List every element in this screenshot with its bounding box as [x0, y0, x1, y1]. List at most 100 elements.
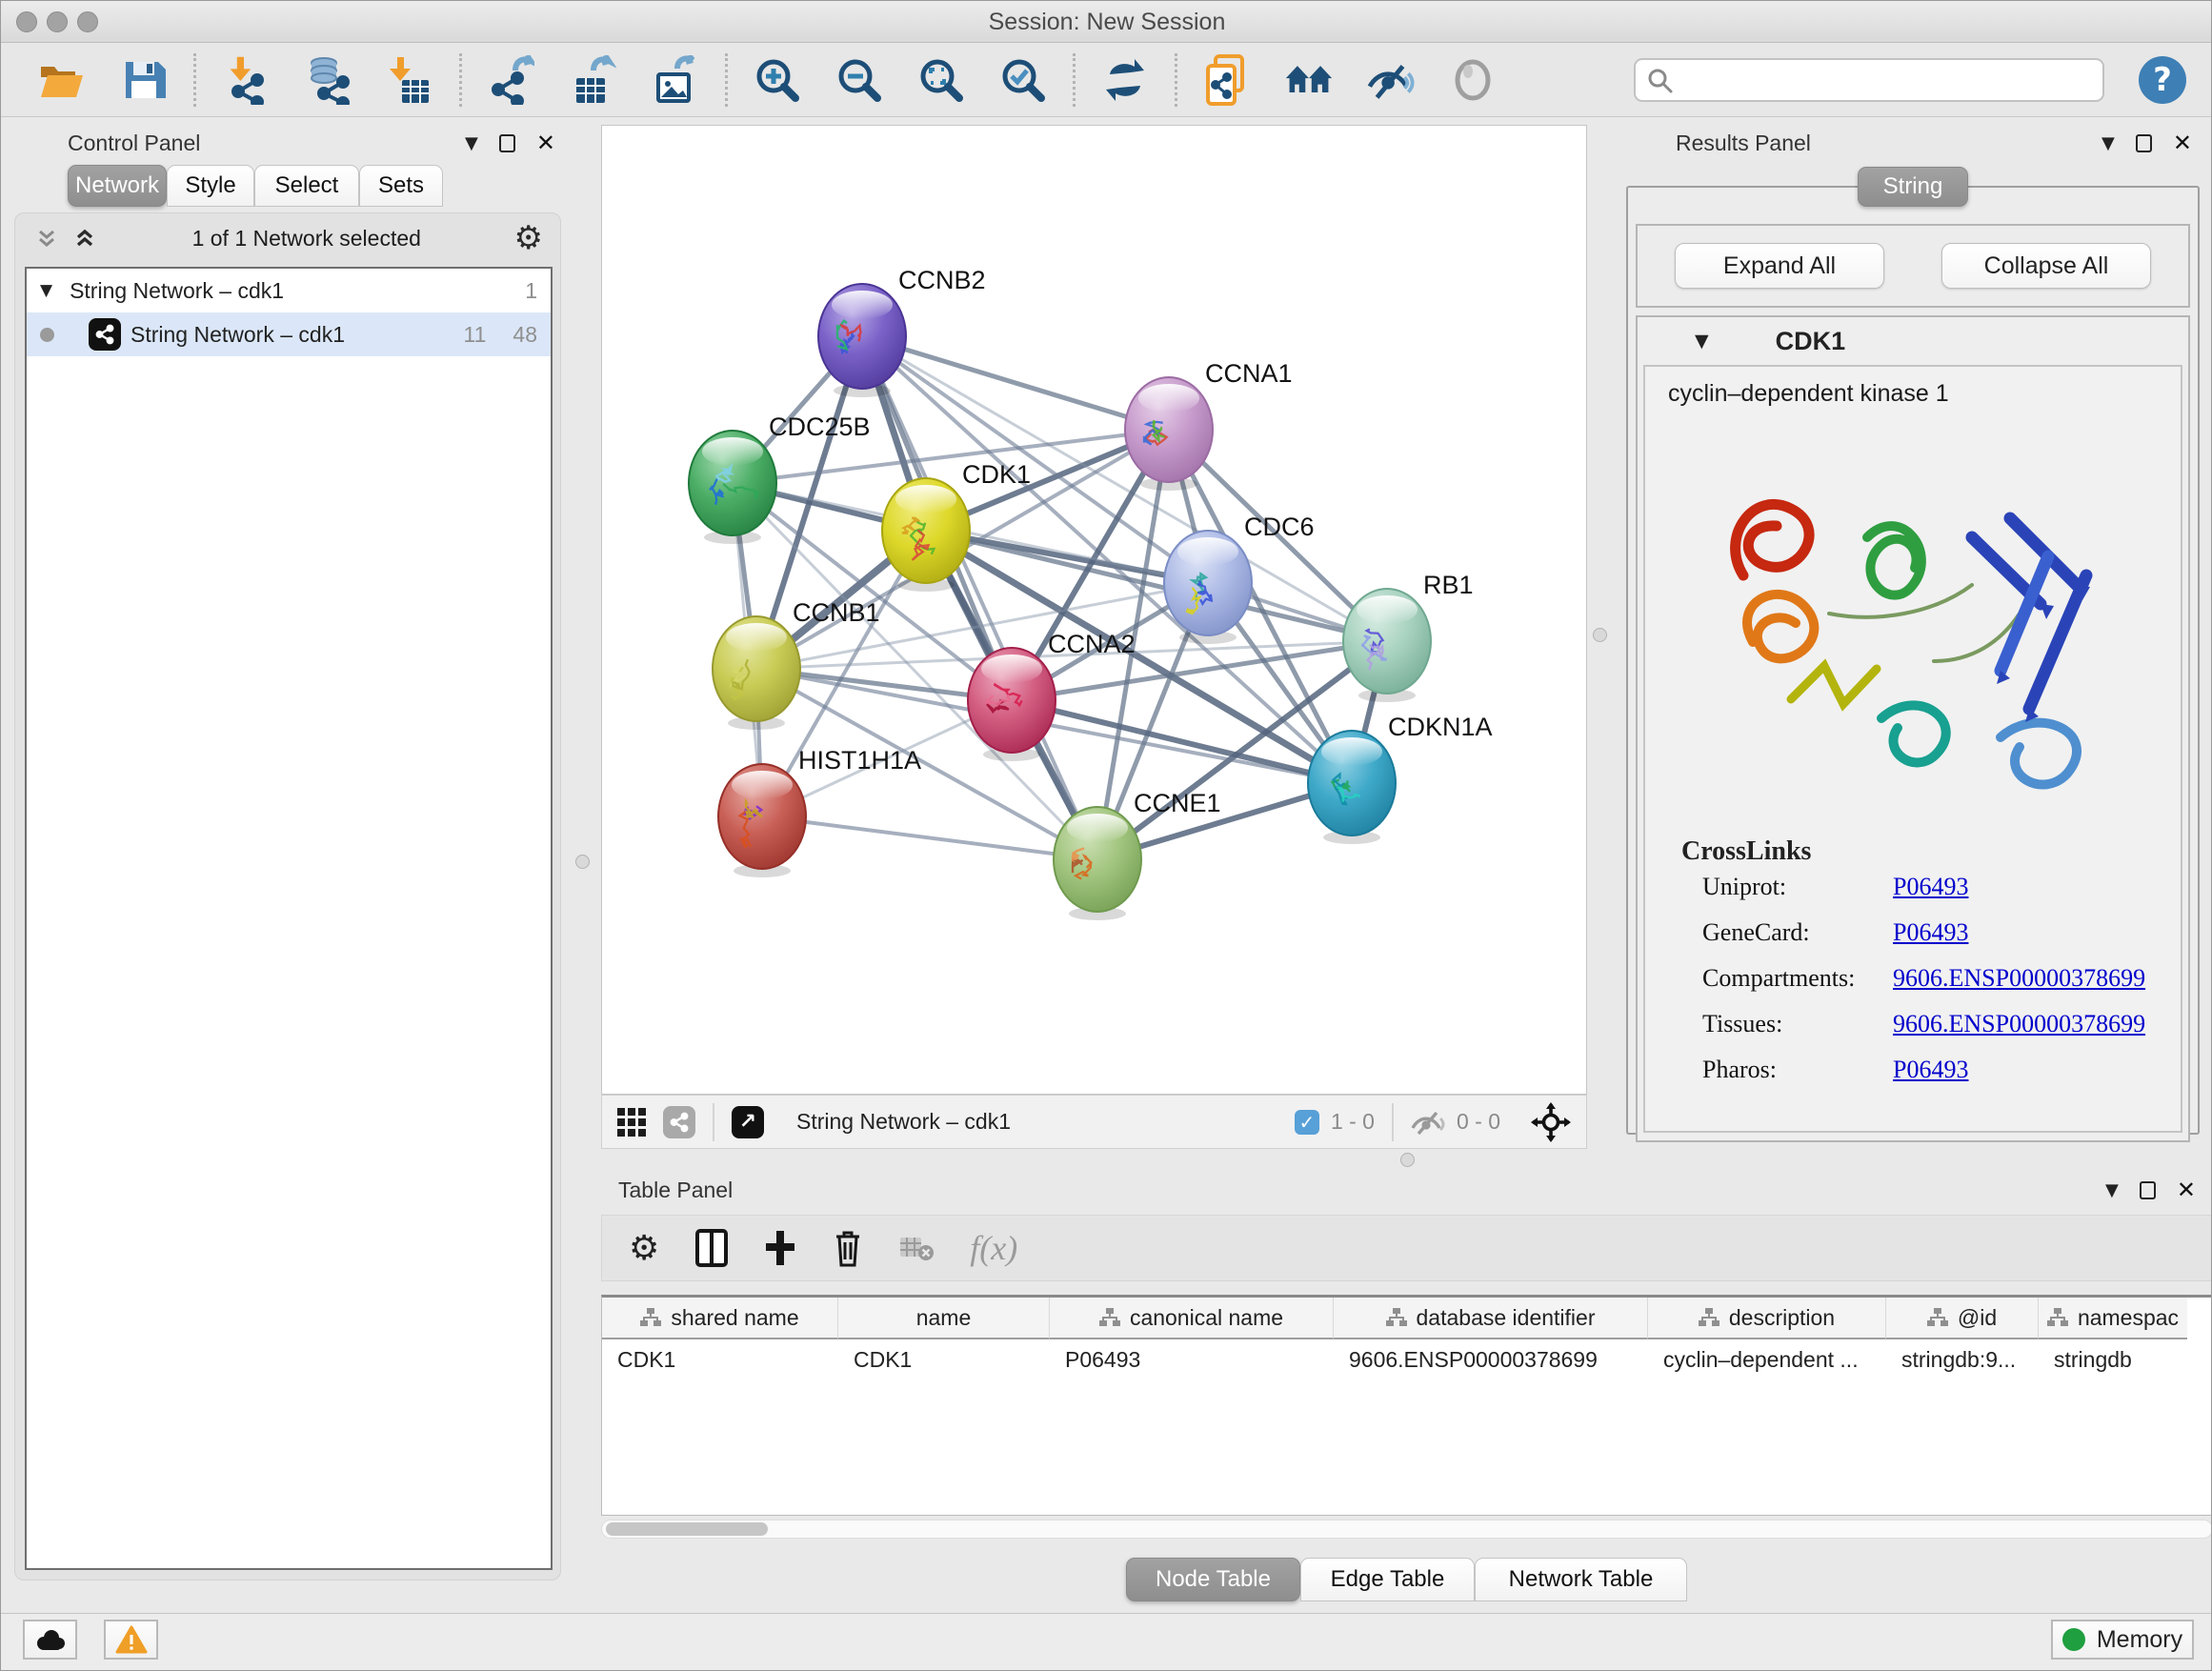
table-row[interactable]: CDK1 CDK1 P06493 9606.ENSP00000378699 cy…: [602, 1339, 2212, 1379]
panel-menu-icon[interactable]: ▼: [2105, 1180, 2119, 1200]
node-CCNE1[interactable]: [1054, 807, 1141, 920]
memory-button[interactable]: Memory: [2051, 1620, 2194, 1660]
tab-sets[interactable]: Sets: [359, 165, 443, 207]
tab-node-table[interactable]: Node Table: [1126, 1558, 1300, 1601]
zoom-out-icon[interactable]: [835, 55, 884, 105]
search-input[interactable]: [1634, 58, 2104, 102]
show-columns-icon[interactable]: [695, 1229, 728, 1267]
hide-unhide-icon[interactable]: [1366, 55, 1416, 105]
crosslink-label: GeneCard:: [1702, 918, 1893, 947]
grid-view-icon[interactable]: [617, 1108, 646, 1137]
selected-checkbox-icon[interactable]: ✓: [1295, 1110, 1319, 1135]
open-session-icon[interactable]: [37, 55, 87, 105]
edge-CCNB2-CCNA1[interactable]: [862, 336, 1169, 430]
export-image-icon[interactable]: [651, 55, 700, 105]
crosslink-link[interactable]: P06493: [1893, 1056, 1968, 1084]
panel-close-icon[interactable]: ✕: [536, 130, 555, 156]
cdk1-entry: ▼ CDK1 cyclin–dependent kinase 1: [1636, 315, 2190, 1142]
crosslink-link[interactable]: 9606.ENSP00000378699: [1893, 964, 2145, 993]
cloud-button[interactable]: [23, 1620, 77, 1660]
node-CDC25B[interactable]: [689, 431, 776, 544]
column-header[interactable]: description: [1648, 1298, 1886, 1339]
collapse-all-button[interactable]: Collapse All: [1941, 243, 2151, 289]
apply-layout-icon[interactable]: [1100, 55, 1150, 105]
panel-menu-icon[interactable]: ▼: [2101, 133, 2115, 153]
export-network-icon[interactable]: [487, 55, 536, 105]
tab-network-table[interactable]: Network Table: [1475, 1558, 1687, 1601]
warnings-button[interactable]: [104, 1620, 158, 1660]
help-button[interactable]: ?: [2139, 56, 2186, 104]
zoom-fit-icon[interactable]: [916, 55, 966, 105]
pan-crosshair-icon[interactable]: [1531, 1102, 1571, 1142]
string-network-graph[interactable]: CCNB2CCNA1CDC25BCDK1CDC6RB1CCNB1CCNA2CDK…: [602, 126, 1586, 1094]
panel-float-icon[interactable]: [2140, 1181, 2156, 1199]
bottom-splitter-grip[interactable]: [1400, 1153, 1415, 1167]
expand-all-button[interactable]: Expand All: [1675, 243, 1884, 289]
crosslink-link[interactable]: 9606.ENSP00000378699: [1893, 1010, 2145, 1038]
collection-expand-icon[interactable]: ▼: [40, 281, 52, 300]
column-header[interactable]: shared name: [602, 1298, 838, 1339]
crosslink-link[interactable]: P06493: [1893, 918, 1968, 947]
detach-view-icon[interactable]: ↗: [732, 1106, 764, 1138]
delete-column-icon[interactable]: [833, 1229, 863, 1267]
tab-edge-table[interactable]: Edge Table: [1300, 1558, 1475, 1601]
node-CCNA2[interactable]: [968, 648, 1056, 761]
panel-close-icon[interactable]: ✕: [2173, 130, 2192, 156]
results-actions: Expand All Collapse All: [1636, 224, 2190, 308]
right-splitter-grip[interactable]: [1593, 628, 1607, 642]
table-horizontal-scrollbar[interactable]: [601, 1520, 2212, 1539]
import-table-file-icon[interactable]: [385, 55, 434, 105]
results-panel-title: Results Panel: [1676, 131, 1811, 156]
node-CCNB2[interactable]: [818, 284, 906, 397]
clone-network-icon[interactable]: [1202, 55, 1252, 105]
save-session-icon[interactable]: [119, 55, 169, 105]
gene-name: CDK1: [1776, 327, 1846, 356]
node-label-CCNE1: CCNE1: [1134, 789, 1221, 817]
zoom-in-icon[interactable]: [753, 55, 802, 105]
network-view-share-icon[interactable]: [663, 1106, 695, 1138]
network-row-selected[interactable]: String Network – cdk1 11 48: [27, 312, 551, 356]
tab-select[interactable]: Select: [254, 165, 359, 207]
import-network-database-icon[interactable]: [303, 55, 352, 105]
tab-style[interactable]: Style: [167, 165, 254, 207]
scrollbar-thumb[interactable]: [606, 1522, 768, 1536]
node-label-HIST1H1A: HIST1H1A: [798, 746, 921, 775]
string-results-box: Expand All Collapse All ▼ CDK1 cyclin–de…: [1626, 186, 2200, 1135]
tab-string[interactable]: String: [1858, 167, 1968, 207]
panel-float-icon[interactable]: [2136, 134, 2152, 152]
edge-CCNB2-CCNE1[interactable]: [862, 336, 1097, 859]
network-canvas[interactable]: CCNB2CCNA1CDC25BCDK1CDC6RB1CCNB1CCNA2CDK…: [601, 125, 1587, 1095]
node-CDK1[interactable]: [882, 478, 970, 592]
collection-count: 1: [525, 278, 537, 304]
import-network-file-icon[interactable]: [221, 55, 271, 105]
column-header[interactable]: namespac: [2039, 1298, 2187, 1339]
crosslink-link[interactable]: P06493: [1893, 873, 1968, 901]
node-CCNA1[interactable]: [1125, 377, 1213, 491]
panel-float-icon[interactable]: [499, 134, 515, 152]
node-label-CDK1: CDK1: [962, 460, 1031, 489]
node-CDKN1A[interactable]: [1308, 731, 1396, 844]
export-table-icon[interactable]: [569, 55, 618, 105]
tab-network[interactable]: Network: [68, 165, 167, 207]
column-header[interactable]: canonical name: [1050, 1298, 1334, 1339]
expand-all-networks-icon[interactable]: [70, 224, 99, 252]
column-header[interactable]: name: [838, 1298, 1050, 1339]
collapse-all-networks-icon[interactable]: [32, 224, 61, 252]
edge-HIST1H1A-CCNE1[interactable]: [762, 816, 1097, 859]
node-CCNB1[interactable]: [713, 616, 800, 730]
panel-menu-icon[interactable]: ▼: [465, 133, 478, 153]
column-header[interactable]: database identifier: [1334, 1298, 1648, 1339]
table-options-gear-icon[interactable]: ⚙: [629, 1229, 659, 1268]
add-column-icon[interactable]: [764, 1229, 796, 1267]
column-header[interactable]: @id: [1886, 1298, 2039, 1339]
left-splitter-grip[interactable]: [575, 855, 590, 869]
entry-collapse-icon[interactable]: ▼: [1695, 331, 1709, 352]
zoom-selected-icon[interactable]: [998, 55, 1048, 105]
network-collection-row[interactable]: ▼ String Network – cdk1 1: [27, 269, 551, 312]
status-bar: Memory: [1, 1613, 2212, 1671]
node-HIST1H1A[interactable]: [718, 764, 806, 877]
node-RB1[interactable]: [1343, 589, 1431, 702]
home-string-icon[interactable]: [1284, 55, 1334, 105]
panel-close-icon[interactable]: ✕: [2177, 1177, 2196, 1203]
network-options-gear-icon[interactable]: ⚙: [514, 219, 543, 257]
